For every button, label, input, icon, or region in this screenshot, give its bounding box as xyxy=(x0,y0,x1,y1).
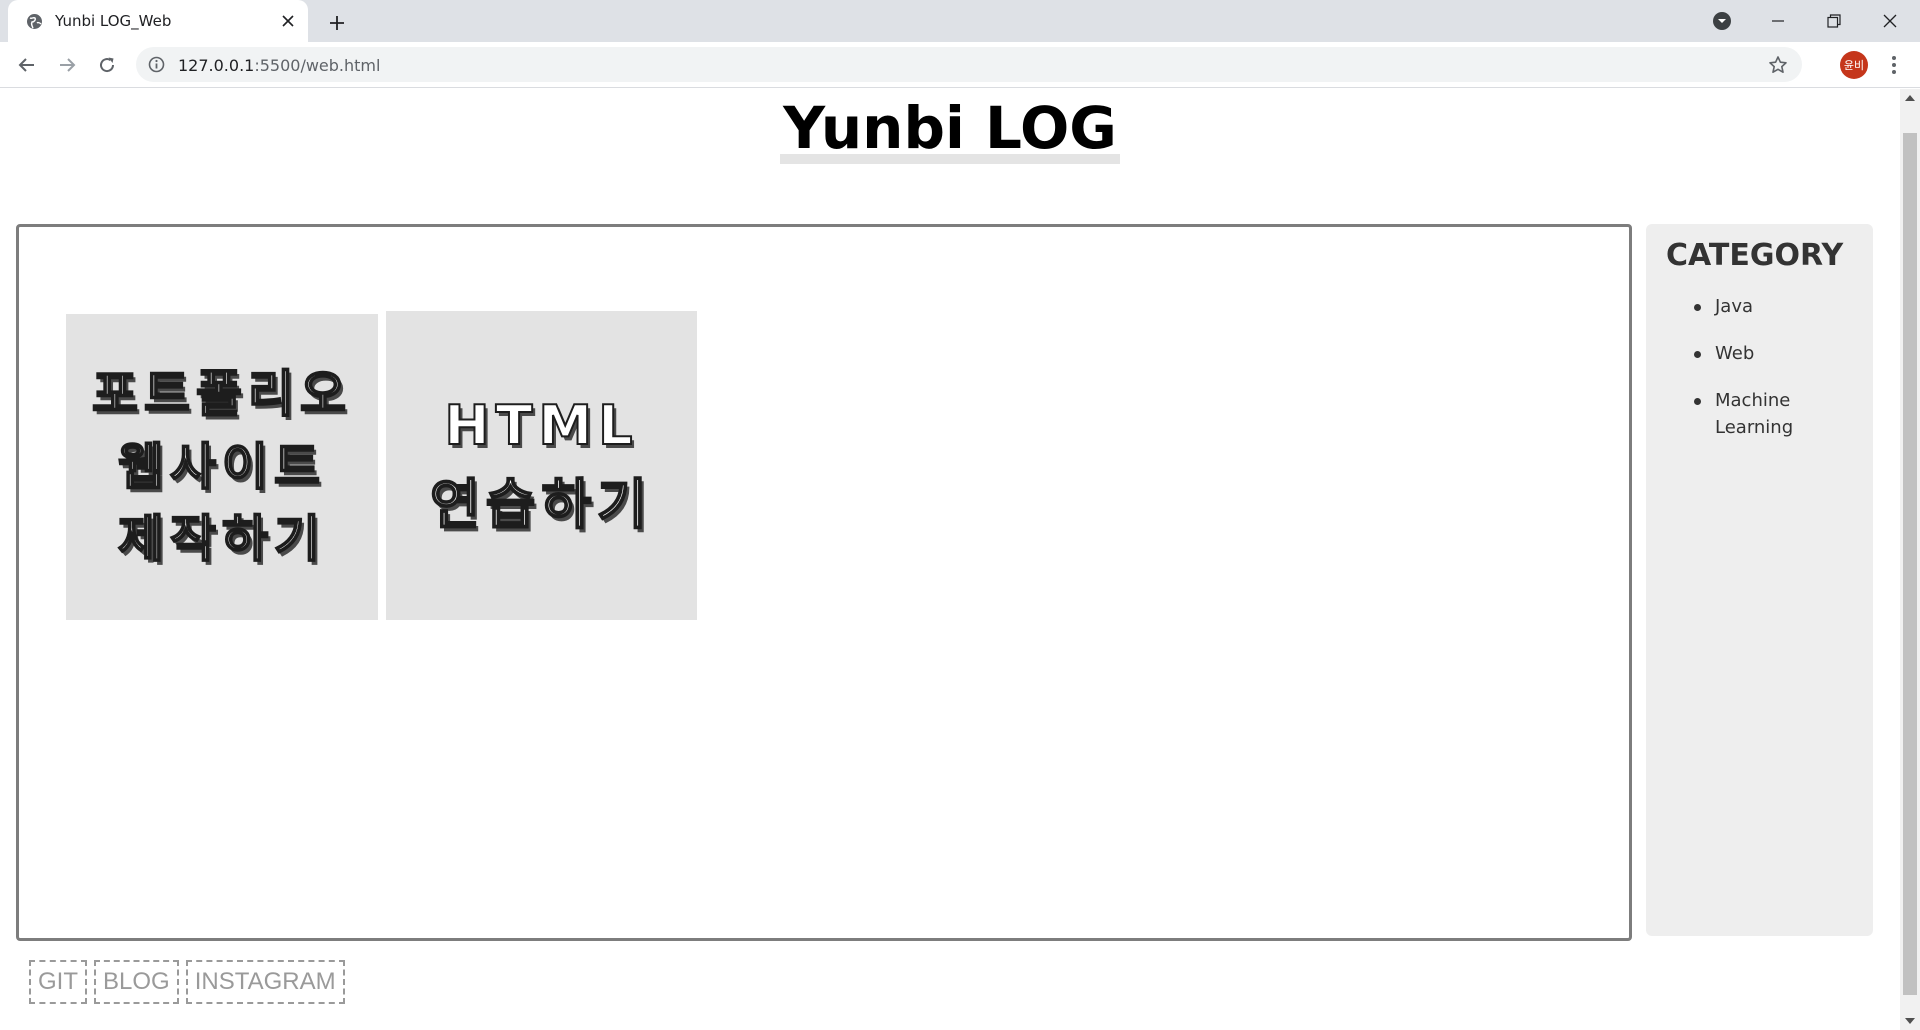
footer-links: GIT BLOG INSTAGRAM xyxy=(29,960,345,1004)
post-thumbnail-html[interactable]: HTML 연습하기 xyxy=(386,311,697,620)
category-item-java[interactable]: Java xyxy=(1694,293,1855,320)
post-title-line: 제작하기 xyxy=(117,509,326,569)
address-bar[interactable]: 127.0.0.1:5500/web.html xyxy=(136,47,1802,82)
scrollbar-thumb[interactable] xyxy=(1903,133,1917,995)
back-arrow-icon[interactable] xyxy=(12,50,42,80)
category-item-machine-learning[interactable]: Machine Learning xyxy=(1694,387,1855,441)
tab-title: Yunbi LOG_Web xyxy=(55,12,172,30)
post-title-line: 웹사이트 xyxy=(117,437,326,497)
reload-icon[interactable] xyxy=(92,50,122,80)
profile-avatar[interactable]: 윤비 xyxy=(1840,51,1868,79)
url-path: :5500/web.html xyxy=(254,56,381,75)
category-sidebar: CATEGORY Java Web Machine Learning xyxy=(1646,224,1873,936)
forward-arrow-icon[interactable] xyxy=(52,50,82,80)
tab-search-icon[interactable] xyxy=(1694,0,1750,42)
page-viewport: Yunbi LOG 포트폴리오 웹사이트 제작하기 HTML 연습하기 CATE… xyxy=(0,89,1900,1030)
post-title-line: 연습하기 xyxy=(429,471,653,536)
post-thumbnail-portfolio[interactable]: 포트폴리오 웹사이트 제작하기 xyxy=(66,314,378,620)
info-icon[interactable] xyxy=(148,56,165,73)
globe-icon xyxy=(26,13,43,30)
url-text: 127.0.0.1:5500/web.html xyxy=(178,56,380,75)
close-tab-icon[interactable] xyxy=(278,11,298,31)
new-tab-icon[interactable] xyxy=(324,10,350,36)
scroll-up-arrow-icon[interactable] xyxy=(1905,95,1915,101)
instagram-link[interactable]: INSTAGRAM xyxy=(185,960,345,1004)
browser-tab[interactable]: Yunbi LOG_Web xyxy=(8,0,308,42)
vertical-scrollbar[interactable] xyxy=(1900,89,1920,1030)
url-host: 127.0.0.1 xyxy=(178,56,255,75)
site-title: Yunbi LOG xyxy=(780,93,1120,164)
post-title-line: 포트폴리오 xyxy=(91,364,352,424)
minimize-icon[interactable] xyxy=(1750,0,1806,42)
site-header: Yunbi LOG xyxy=(0,93,1900,164)
tab-strip: Yunbi LOG_Web xyxy=(0,0,1920,42)
blog-link[interactable]: BLOG xyxy=(94,960,179,1004)
browser-toolbar: 127.0.0.1:5500/web.html 윤비 xyxy=(0,42,1920,88)
git-link[interactable]: GIT xyxy=(29,960,87,1004)
close-window-icon[interactable] xyxy=(1862,0,1918,42)
restore-icon[interactable] xyxy=(1806,0,1862,42)
category-item-web[interactable]: Web xyxy=(1694,340,1855,367)
menu-kebab-icon[interactable] xyxy=(1880,51,1908,79)
category-heading: CATEGORY xyxy=(1666,238,1844,273)
category-list: Java Web Machine Learning xyxy=(1694,293,1855,461)
bookmark-star-icon[interactable] xyxy=(1768,55,1788,75)
scroll-down-arrow-icon[interactable] xyxy=(1905,1018,1915,1024)
post-title-line: HTML xyxy=(443,393,639,458)
